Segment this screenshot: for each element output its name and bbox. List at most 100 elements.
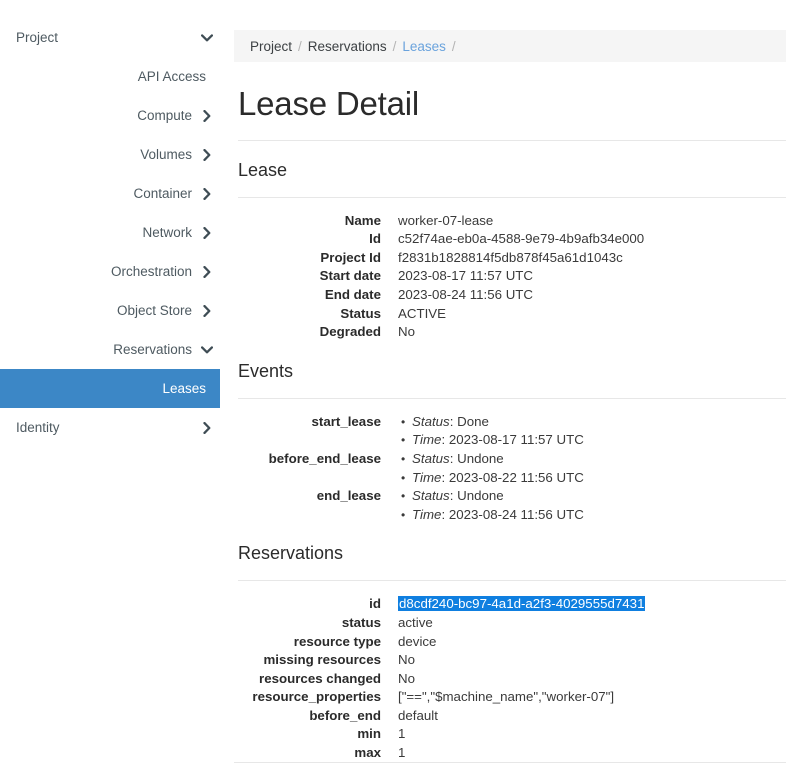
sidebar-item-label: Volumes [140,147,192,162]
detail-value[interactable]: 2023-08-24 11:56 UTC [398,286,789,305]
chevron-right-icon [200,148,214,161]
detail-row: id d8cdf240-bc97-4a1d-a2f3-4029555d7431 [234,595,789,614]
detail-value[interactable]: c52f74ae-eb0a-4588-9e79-4b9afb34e000 [398,230,789,249]
sidebar-item-object-store[interactable]: Object Store [0,291,230,330]
event-attribute-value: Done [457,413,489,429]
event-attribute: Status: Undone [401,450,584,469]
events-section-divider [238,397,786,399]
chevron-down-icon [200,32,214,44]
detail-value[interactable]: No [398,651,789,670]
event-attribute-value: Undone [457,450,504,466]
breadcrumb-separator: / [451,38,456,54]
event-attribute-key: Time [412,506,442,522]
title-divider [238,139,786,141]
sidebar-item-label: Orchestration [110,264,192,279]
section-title-reservations: Reservations [238,543,344,564]
sidebar-item-leases[interactable]: Leases [0,369,220,408]
event-row: start_lease Status: DoneTime: 2023-08-17 … [234,413,789,450]
sidebar-item-container[interactable]: Container [0,174,230,213]
sidebar-item-label: Reservations [113,342,192,357]
sidebar-item-orchestration[interactable]: Orchestration [0,252,230,291]
event-attribute-value: 2023-08-17 11:57 UTC [448,432,584,448]
detail-term: Project Id [320,249,381,265]
sidebar-item-compute[interactable]: Compute [0,96,230,135]
detail-row: resource_properties ["==","$machine_name"… [234,688,789,707]
reservations-section-divider [238,580,786,582]
event-attribute: Time: 2023-08-22 11:56 UTC [401,469,584,488]
detail-value[interactable]: No [398,670,789,689]
event-name: end_lease [316,488,381,504]
detail-term: End date [324,286,381,302]
breadcrumb-item-reservations[interactable]: Reservations [308,39,387,54]
event-attribute-colon: : [449,450,458,466]
detail-row: before_end default [234,707,789,726]
chevron-down-icon [200,344,214,356]
detail-value[interactable]: active [398,614,789,633]
events-list: start_leaseStatus: DoneTime: 2023-08-17 … [234,413,789,525]
event-attribute-value: 2023-08-24 11:56 UTC [448,506,584,522]
detail-value[interactable]: worker-07-lease [398,212,789,231]
detail-row: End date 2023-08-24 11:56 UTC [234,286,789,305]
event-attribute-list: Status: DoneTime: 2023-08-17 11:57 UTC [398,413,584,450]
sidebar-item-identity[interactable]: Identity [0,408,230,447]
lease-section-divider [238,196,786,198]
detail-term: Name [344,212,381,228]
detail-value[interactable]: 1 [398,744,789,763]
sidebar-item-label: Compute [137,108,192,123]
breadcrumb-item-leases[interactable]: Leases [402,39,446,54]
detail-value[interactable]: device [398,633,789,652]
sidebar-item-label: Project [16,30,59,45]
breadcrumb-separator: / [392,38,397,54]
chevron-right-icon [200,304,214,317]
event-attribute-value: 2023-08-22 11:56 UTC [448,469,584,485]
event-attribute-colon: : [449,413,458,429]
detail-row: Status ACTIVE [234,305,789,324]
chevron-right-icon [200,187,214,200]
detail-value[interactable]: 2023-08-17 11:57 UTC [398,267,789,286]
detail-value[interactable]: default [398,707,789,726]
sidebar-item-reservations[interactable]: Reservations [0,330,230,369]
chevron-right-icon [200,265,214,278]
detail-value[interactable]: ACTIVE [398,305,789,324]
sidebar-item-network[interactable]: Network [0,213,230,252]
event-attribute: Status: Done [401,413,584,432]
event-row: before_end_lease Status: UndoneTime: 2023… [234,450,789,487]
detail-term: resource type [293,633,381,649]
page-title: Lease Detail [238,85,420,122]
event-attribute-colon: : [441,506,449,522]
detail-value[interactable]: ["==","$machine_name","worker-07"] [398,688,789,707]
main-content: Project / Reservations / Leases / Lease Detai… [230,0,789,768]
section-title-lease: Lease [238,159,288,180]
event-name: start_lease [311,413,382,429]
sidebar-item-label: Identity [16,420,60,435]
detail-value[interactable]: f2831b1828814f5db878f45a61d1043c [398,249,789,268]
section-title-events: Events [238,360,294,381]
event-attribute-key: Time [412,432,442,448]
selected-text[interactable]: d8cdf240-bc97-4a1d-a2f3-4029555d7431 [398,596,646,612]
breadcrumb-separator: / [298,38,302,54]
lease-detail-list: Name worker-07-lease Id c52f74ae-eb0a-4588-… [234,212,789,342]
sidebar-item-label: Network [142,225,192,240]
bottom-divider [234,762,786,763]
sidebar-item-api-access[interactable]: API Access [0,57,230,96]
detail-row: Start date 2023-08-17 11:57 UTC [234,267,789,286]
sidebar-item-project[interactable]: Project [0,18,230,57]
event-row: end_leaseStatus: UndoneTime: 2023-08-24 … [234,487,789,524]
sidebar-item-label: Object Store [116,303,192,318]
event-attribute-key: Status [412,413,450,429]
detail-term: missing resources [263,652,381,668]
event-attribute-value: Undone [457,488,504,504]
event-attribute-colon: : [449,488,458,504]
chevron-right-icon [200,226,214,239]
sidebar-item-volumes[interactable]: Volumes [0,135,230,174]
detail-row: missing resources No [234,651,789,670]
detail-row: Project Id f2831b1828814f5db878f45a61d104… [234,249,789,268]
breadcrumb-item-project[interactable]: Project [250,39,292,54]
event-name: before_end_lease [268,450,381,466]
detail-value[interactable]: 1 [398,725,789,744]
sidebar-navigation: Project API Access Compute Volumes Container… [0,0,230,768]
detail-value[interactable]: d8cdf240-bc97-4a1d-a2f3-4029555d7431 [398,595,789,614]
detail-value[interactable]: No [398,323,789,342]
event-attribute: Time: 2023-08-24 11:56 UTC [401,506,584,525]
event-attribute-list: Status: UndoneTime: 2023-08-22 11:56 UTC [398,450,584,487]
